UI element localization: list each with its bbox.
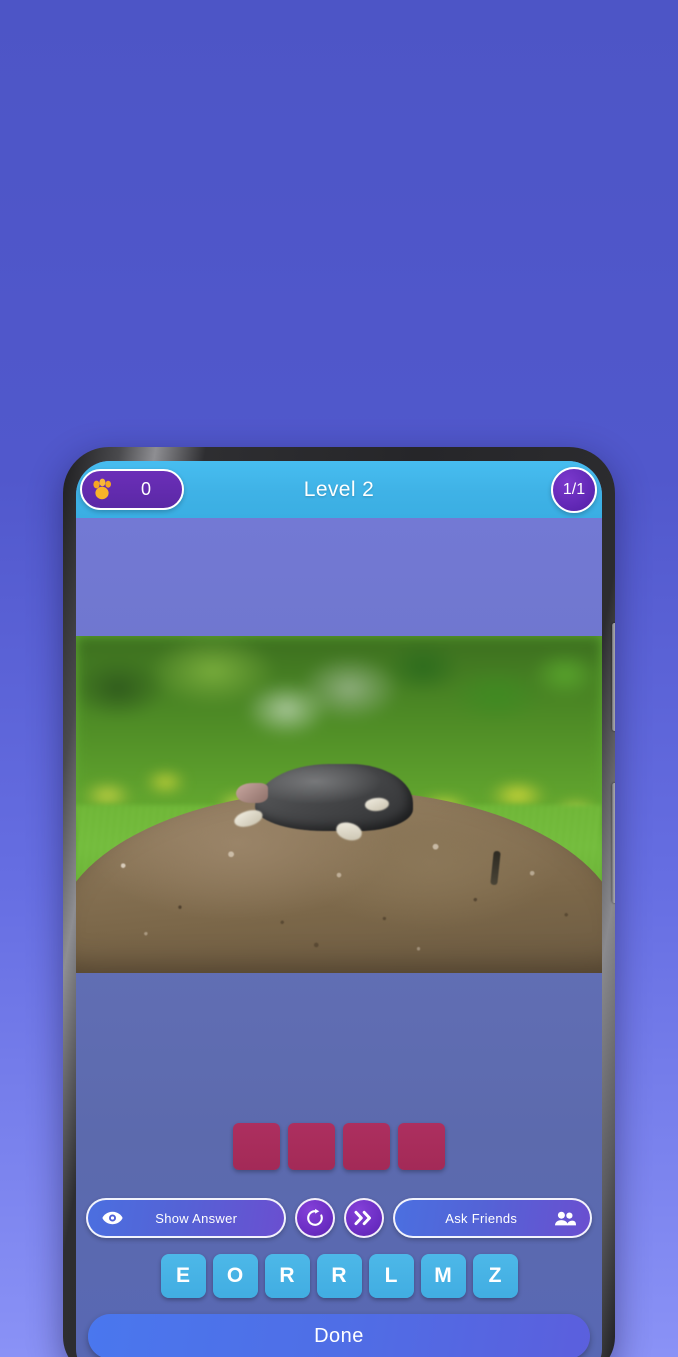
answer-slots <box>76 1123 602 1198</box>
show-answer-label: Show Answer <box>155 1210 238 1226</box>
answer-slot[interactable] <box>233 1123 280 1170</box>
letter-tile[interactable]: L <box>368 1254 414 1298</box>
refresh-button[interactable] <box>294 1198 335 1238</box>
image-mole-snout <box>236 782 268 803</box>
phone-device: 0 Level 2 1/1 Show Answer Ask Friends E … <box>63 447 615 1357</box>
letter-tile[interactable]: R <box>264 1254 310 1298</box>
image-twig <box>490 850 502 885</box>
letter-tray: E O R R L M Z <box>76 1254 602 1314</box>
phone-screen: 0 Level 2 1/1 Show Answer Ask Friends E … <box>76 461 602 1357</box>
eye-icon <box>102 1211 123 1225</box>
puzzle-image[interactable] <box>76 636 602 973</box>
coin-counter[interactable]: 0 <box>80 469 184 510</box>
header-spacer <box>76 518 602 636</box>
letter-tile[interactable]: E <box>160 1254 206 1298</box>
phone-side-button-lower[interactable] <box>612 783 615 903</box>
page-title: Level 2 <box>303 477 375 501</box>
show-answer-button[interactable]: Show Answer <box>86 1198 286 1238</box>
done-button-wrapper: Done <box>76 1314 602 1357</box>
content-gap <box>76 973 602 1123</box>
letter-tile[interactable]: R <box>316 1254 362 1298</box>
paw-icon <box>90 478 116 502</box>
coin-count-value: 0 <box>140 479 151 499</box>
ask-friends-button[interactable]: Ask Friends <box>392 1198 592 1238</box>
ask-friends-label: Ask Friends <box>445 1210 518 1226</box>
phone-side-button-upper[interactable] <box>612 623 615 731</box>
action-bar: Show Answer Ask Friends <box>76 1198 602 1254</box>
letter-tile[interactable]: O <box>212 1254 258 1298</box>
refresh-icon <box>305 1208 325 1228</box>
app-header: 0 Level 2 1/1 <box>76 461 602 518</box>
people-icon <box>554 1211 576 1226</box>
done-button[interactable]: Done <box>88 1314 590 1357</box>
answer-slot[interactable] <box>398 1123 445 1170</box>
progress-badge[interactable]: 1/1 <box>551 467 597 513</box>
skip-button[interactable] <box>343 1198 384 1238</box>
letter-tile[interactable]: Z <box>472 1254 518 1298</box>
image-mole <box>254 764 413 832</box>
letter-tile[interactable]: M <box>420 1254 466 1298</box>
answer-slot[interactable] <box>343 1123 390 1170</box>
answer-slot[interactable] <box>288 1123 335 1170</box>
double-chevron-right-icon <box>353 1209 374 1227</box>
